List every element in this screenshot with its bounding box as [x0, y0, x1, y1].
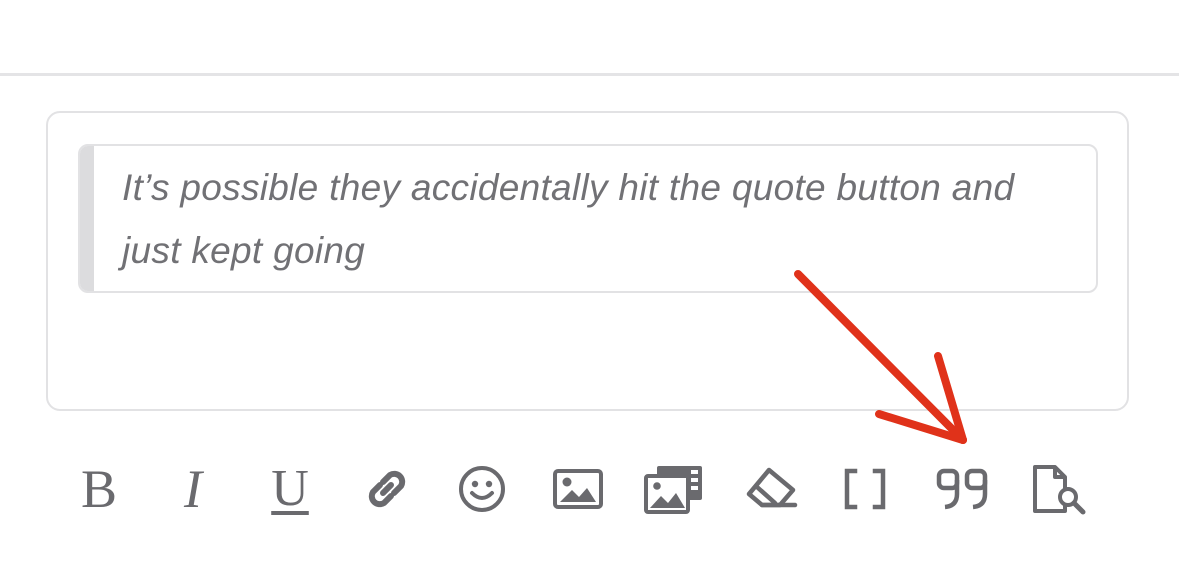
bold-icon: B — [80, 459, 118, 519]
quote-icon — [936, 468, 988, 510]
brackets-icon — [844, 468, 886, 510]
emoji-button[interactable] — [451, 458, 513, 520]
gallery-icon — [644, 466, 702, 514]
image-button[interactable] — [547, 458, 609, 520]
arrow-head-lower — [875, 410, 967, 444]
preview-icon — [1033, 465, 1086, 515]
smiley-icon — [459, 466, 505, 512]
top-divider — [0, 73, 1179, 76]
editor-toolbar: B I U — [0, 450, 1179, 530]
preview-button[interactable] — [1028, 458, 1090, 520]
link-button[interactable] — [356, 458, 418, 520]
bbcode-button[interactable] — [834, 458, 896, 520]
media-gallery-button[interactable] — [643, 458, 705, 520]
link-icon — [368, 470, 406, 508]
italic-button[interactable]: I — [162, 458, 224, 520]
italic-icon: I — [184, 459, 202, 519]
quote-button[interactable] — [932, 458, 994, 520]
eraser-icon — [746, 467, 798, 508]
quote-block[interactable]: It’s possible they accidentally hit the … — [78, 144, 1098, 293]
bold-button[interactable]: B — [68, 458, 130, 520]
underline-button[interactable]: U — [259, 458, 321, 520]
image-icon — [553, 469, 603, 509]
quote-text: It’s possible they accidentally hit the … — [122, 167, 1015, 271]
quote-bar — [80, 146, 94, 291]
remove-formatting-button[interactable] — [740, 458, 802, 520]
underline-icon: U — [271, 460, 309, 517]
